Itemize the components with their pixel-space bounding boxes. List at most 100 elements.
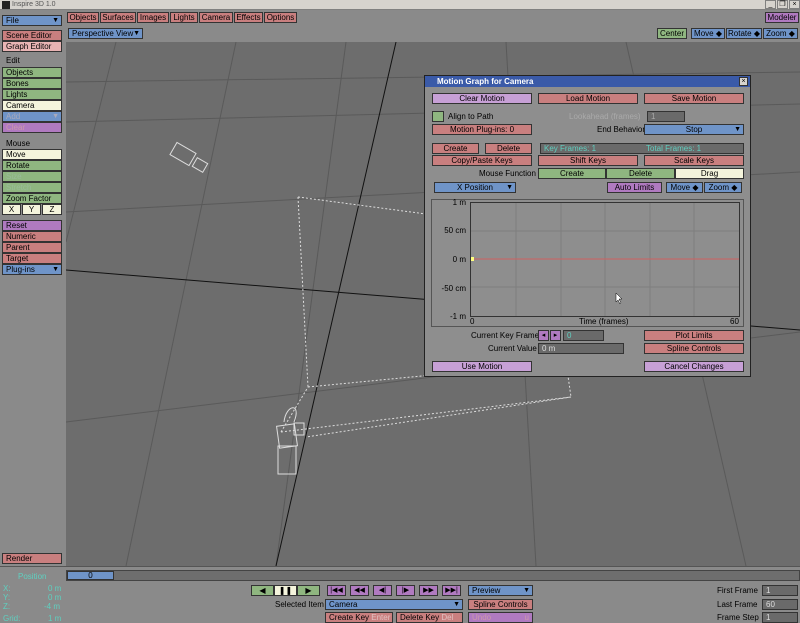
last-frame-label: Last Frame [717, 600, 758, 609]
motion-graph[interactable]: 1 m 50 cm 0 m -50 cm -1 m 0 Time (frames… [431, 198, 744, 327]
mouse-function-drag[interactable]: Drag [675, 168, 744, 179]
edit-bones-button[interactable]: Bones [2, 78, 62, 89]
mouse-move-button[interactable]: Move [2, 149, 62, 160]
menu-effects[interactable]: Effects [234, 12, 263, 23]
first-frame-input[interactable]: 1 [762, 585, 798, 596]
clear-motion-button[interactable]: Clear Motion [432, 93, 532, 104]
copy-paste-keys-button[interactable]: Copy/Paste Keys [432, 155, 532, 166]
spline-controls-bottom-button[interactable]: Spline Controls [468, 599, 533, 610]
graph-move-button[interactable]: Move ◆ [666, 182, 703, 193]
previous-key-icon[interactable]: ◀◀ [350, 585, 369, 596]
use-motion-button[interactable]: Use Motion [432, 361, 532, 372]
current-key-input[interactable]: 0 [563, 330, 604, 341]
menu-lights[interactable]: Lights [170, 12, 198, 23]
y-tick-label: 0 m [452, 255, 466, 264]
close-icon[interactable]: × [739, 77, 748, 86]
next-key-icon[interactable]: ▸ [550, 330, 561, 341]
viewport-rotate-button[interactable]: Rotate ◆ [726, 28, 762, 39]
shift-keys-button[interactable]: Shift Keys [538, 155, 638, 166]
add-menu[interactable]: Add ▼ [2, 111, 62, 122]
scale-keys-button[interactable]: Scale Keys [644, 155, 744, 166]
plugins-menu[interactable]: Plug-ins ▼ [2, 264, 62, 275]
create-key-bottom-button[interactable]: Create Key Enter [325, 612, 393, 623]
dialog-title: Motion Graph for Camera [425, 76, 750, 87]
timeline-slider[interactable]: 0 [66, 570, 800, 581]
end-behavior-label: End Behavior [597, 125, 646, 134]
mouse-stretch-button[interactable]: Stretch [2, 182, 62, 193]
edit-camera-button[interactable]: Camera [2, 100, 62, 111]
restore-icon[interactable]: ❐ [777, 0, 788, 9]
first-frame-icon[interactable]: |◀◀ [327, 585, 346, 596]
previous-key-icon[interactable]: ◂ [538, 330, 549, 341]
motion-plugins-button[interactable]: Motion Plug-ins: 0 [432, 124, 532, 135]
scene-editor-button[interactable]: Scene Editor [2, 30, 62, 41]
auto-limits-button[interactable]: Auto Limits [607, 182, 662, 193]
next-key-icon[interactable]: ▶▶ [419, 585, 438, 596]
graph-zoom-button[interactable]: Zoom ◆ [704, 182, 742, 193]
center-button[interactable]: Center [657, 28, 687, 39]
axis-x-toggle[interactable]: X [2, 204, 21, 215]
current-key-label: Current Key Frame [471, 331, 540, 340]
modeler-button[interactable]: Modeler [765, 12, 799, 23]
menu-options[interactable]: Options [264, 12, 297, 23]
align-to-path-checkbox[interactable] [432, 111, 444, 122]
menu-camera[interactable]: Camera [199, 12, 233, 23]
file-menu[interactable]: File ▼ [2, 15, 62, 26]
mouse-rotate-button[interactable]: Rotate [2, 160, 62, 171]
graph-plot-area[interactable] [470, 202, 740, 317]
graph-editor-button[interactable]: Graph Editor [2, 41, 62, 52]
menu-surfaces[interactable]: Surfaces [100, 12, 136, 23]
zoom-factor-button[interactable]: Zoom Factor [2, 193, 62, 204]
target-button[interactable]: Target [2, 253, 62, 264]
chevron-down-icon: ▼ [52, 266, 59, 273]
mouse-function-delete[interactable]: Delete [606, 168, 675, 179]
lookahead-input[interactable]: 1 [647, 111, 685, 122]
undo-button[interactable]: Undo u [468, 612, 533, 623]
clear-button[interactable]: Clear [2, 122, 62, 133]
save-motion-button[interactable]: Save Motion [644, 93, 744, 104]
viewport-move-button[interactable]: Move ◆ [691, 28, 725, 39]
last-frame-input[interactable]: 60 [762, 599, 798, 610]
mouse-function-create[interactable]: Create [538, 168, 606, 179]
load-motion-button[interactable]: Load Motion [538, 93, 638, 104]
menu-bar: Objects Surfaces Images Lights Camera Ef… [0, 10, 800, 26]
parent-button[interactable]: Parent [2, 242, 62, 253]
reset-button[interactable]: Reset [2, 220, 62, 231]
play-reverse-icon[interactable]: ◀ [251, 585, 274, 596]
render-button[interactable]: Render [2, 553, 62, 564]
mouse-function-label: Mouse Function [479, 169, 536, 178]
spline-controls-button[interactable]: Spline Controls [644, 343, 744, 354]
numeric-button[interactable]: Numeric [2, 231, 62, 242]
pause-icon[interactable]: ❚❚ [274, 585, 297, 596]
create-key-button[interactable]: Create [432, 143, 479, 154]
previous-frame-icon[interactable]: ◀| [373, 585, 392, 596]
delete-key-button[interactable]: Delete [485, 143, 532, 154]
current-value-input[interactable]: 0 m [538, 343, 624, 354]
view-type-select[interactable]: Perspective View ▼ [68, 28, 143, 39]
menu-images[interactable]: Images [137, 12, 169, 23]
first-frame-label: First Frame [717, 586, 758, 595]
grid-value: 1 m [48, 614, 62, 623]
menu-objects[interactable]: Objects [67, 12, 99, 23]
next-frame-icon[interactable]: |▶ [396, 585, 415, 596]
axis-z-toggle[interactable]: Z [42, 204, 62, 215]
delete-key-bottom-button[interactable]: Delete Key Del [396, 612, 463, 623]
close-icon[interactable]: × [789, 0, 800, 9]
last-frame-icon[interactable]: ▶▶| [442, 585, 461, 596]
end-behavior-select[interactable]: Stop ▼ [644, 124, 744, 135]
viewport-zoom-button[interactable]: Zoom ◆ [763, 28, 798, 39]
frame-slider-thumb[interactable]: 0 [67, 571, 114, 580]
mouse-size-button[interactable]: Size [2, 171, 62, 182]
minimize-icon[interactable]: _ [765, 0, 776, 9]
grid-label: Grid: [3, 614, 21, 623]
frame-step-input[interactable]: 1 [762, 612, 798, 623]
edit-objects-button[interactable]: Objects [2, 67, 62, 78]
channel-select[interactable]: X Position ▼ [434, 182, 516, 193]
axis-y-toggle[interactable]: Y [22, 204, 41, 215]
play-icon[interactable]: ▶ [297, 585, 320, 596]
selected-item-select[interactable]: Camera ▼ [325, 599, 463, 610]
preview-menu[interactable]: Preview ▼ [468, 585, 533, 596]
edit-lights-button[interactable]: Lights [2, 89, 62, 100]
plot-limits-button[interactable]: Plot Limits [644, 330, 744, 341]
cancel-changes-button[interactable]: Cancel Changes [644, 361, 744, 372]
